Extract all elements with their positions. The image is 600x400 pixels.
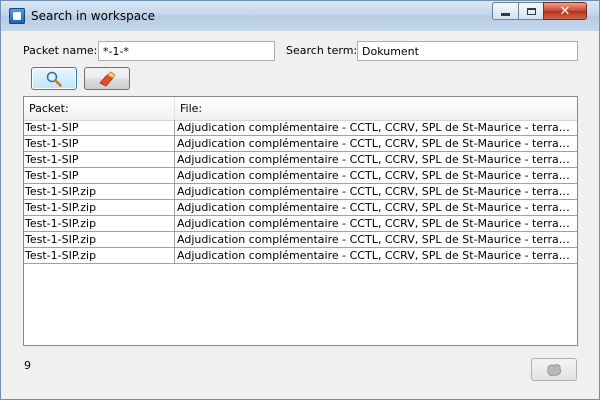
cell-packet: Test-1-SIP.zip <box>24 200 175 215</box>
cell-file: Adjudication complémentaire - CCTL, CCRV… <box>177 185 575 198</box>
table-row[interactable]: Test-1-SIP Adjudication complémentaire - … <box>24 136 577 152</box>
cell-file: Adjudication complémentaire - CCTL, CCRV… <box>177 233 575 246</box>
column-header-packet[interactable]: Packet: <box>24 97 175 120</box>
close-dialog-button[interactable] <box>531 358 577 381</box>
eraser-icon <box>99 71 116 86</box>
table-row[interactable]: Test-1-SIP.zip Adjudication complémentair… <box>24 216 577 232</box>
cell-file: Adjudication complémentaire - CCTL, CCRV… <box>177 249 575 262</box>
table-row[interactable]: Test-1-SIP Adjudication complémentaire - … <box>24 120 577 136</box>
table-row[interactable]: Test-1-SIP.zip Adjudication complémentair… <box>24 184 577 200</box>
cell-packet: Test-1-SIP.zip <box>24 216 175 231</box>
close-dialog-icon <box>547 363 562 376</box>
magnifier-icon <box>46 71 62 87</box>
cell-file: Adjudication complémentaire - CCTL, CCRV… <box>177 137 575 150</box>
cell-packet: Test-1-SIP.zip <box>24 232 175 247</box>
cell-packet: Test-1-SIP.zip <box>24 184 175 199</box>
table-body: Test-1-SIP Adjudication complémentaire - … <box>24 120 577 264</box>
search-term-input[interactable] <box>357 41 578 61</box>
minimize-button[interactable] <box>492 2 519 20</box>
minimize-icon <box>501 12 510 16</box>
window-title: Search in workspace <box>31 9 156 23</box>
close-window-button[interactable]: ✕ <box>543 2 587 20</box>
search-term-label: Search term: <box>286 44 358 57</box>
cell-packet: Test-1-SIP <box>24 120 175 135</box>
maximize-icon <box>526 7 536 15</box>
table-row[interactable]: Test-1-SIP Adjudication complémentaire - … <box>24 152 577 168</box>
close-icon: ✕ <box>559 3 571 19</box>
search-button[interactable] <box>31 67 77 90</box>
cell-file: Adjudication complémentaire - CCTL, CCRV… <box>177 201 575 214</box>
cell-packet: Test-1-SIP.zip <box>24 248 175 263</box>
cell-packet: Test-1-SIP <box>24 152 175 167</box>
maximize-button[interactable] <box>518 2 544 20</box>
column-header-file[interactable]: File: <box>175 97 577 120</box>
table-header: Packet: File: <box>24 97 577 121</box>
cell-file: Adjudication complémentaire - CCTL, CCRV… <box>177 121 575 134</box>
table-row[interactable]: Test-1-SIP.zip Adjudication complémentair… <box>24 232 577 248</box>
table-row[interactable]: Test-1-SIP.zip Adjudication complémentair… <box>24 248 577 264</box>
packet-name-label: Packet name: <box>23 44 98 57</box>
table-row[interactable]: Test-1-SIP Adjudication complémentaire - … <box>24 168 577 184</box>
app-icon <box>9 8 25 24</box>
cell-packet: Test-1-SIP <box>24 168 175 183</box>
table-row[interactable]: Test-1-SIP.zip Adjudication complémentair… <box>24 200 577 216</box>
results-table[interactable]: Packet: File: Test-1-SIP Adjudication com… <box>23 96 578 346</box>
packet-name-input[interactable] <box>98 41 275 61</box>
title-bar[interactable]: Search in workspace ✕ <box>1 1 599 31</box>
cell-file: Adjudication complémentaire - CCTL, CCRV… <box>177 217 575 230</box>
cell-file: Adjudication complémentaire - CCTL, CCRV… <box>177 169 575 182</box>
cell-file: Adjudication complémentaire - CCTL, CCRV… <box>177 153 575 166</box>
cell-packet: Test-1-SIP <box>24 136 175 151</box>
search-window: Search in workspace ✕ Packet name: Searc… <box>0 0 600 400</box>
clear-button[interactable] <box>84 67 130 90</box>
result-count: 9 <box>24 359 31 372</box>
